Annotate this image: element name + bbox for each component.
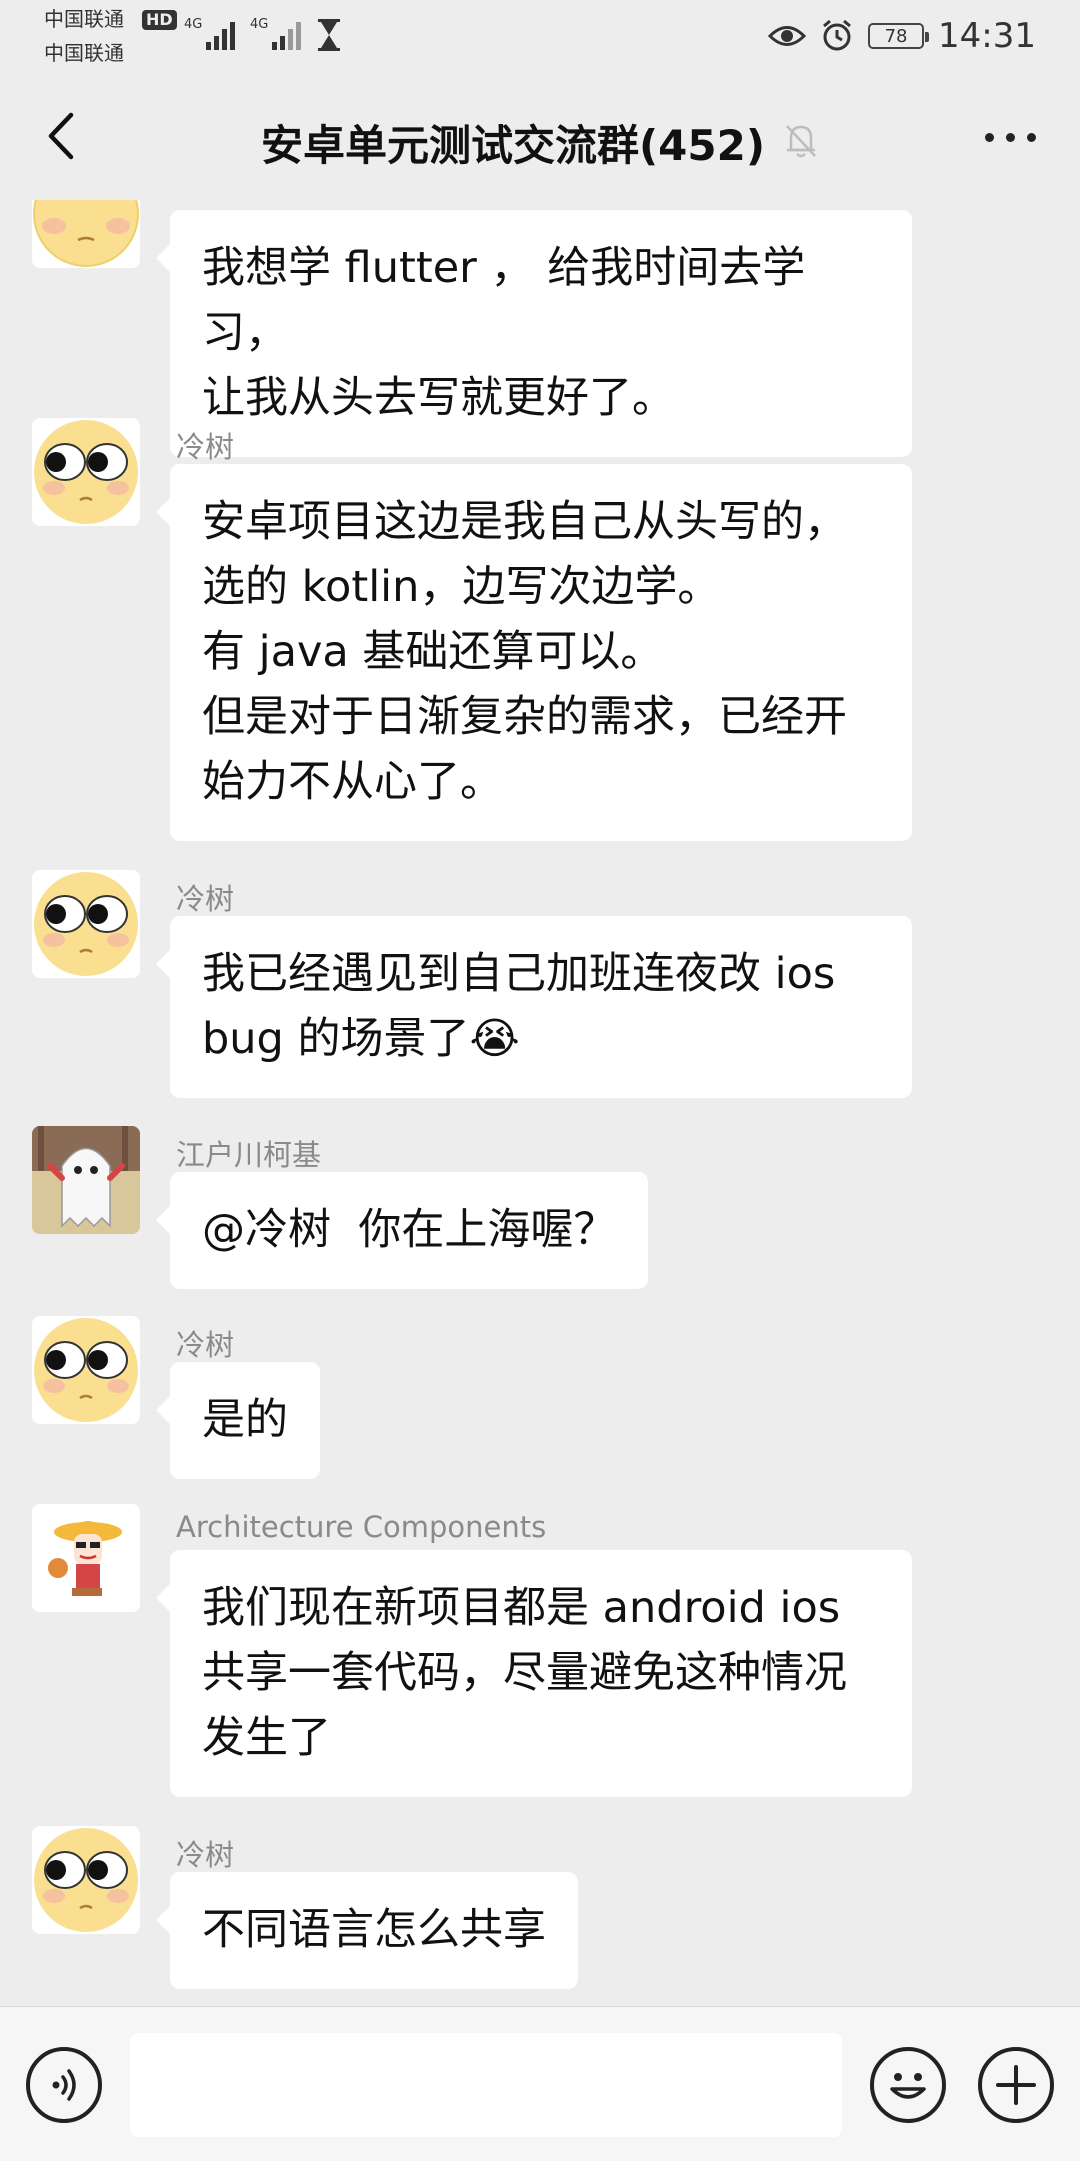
chat-title: 安卓单元测试交流群(452)	[260, 121, 766, 170]
avatar[interactable]	[32, 870, 140, 978]
message-bubble[interactable]: 我已经遇见到自己加班连夜改 ios bug 的场景了😭	[156, 916, 912, 1098]
carrier-label: 中国联通	[44, 7, 124, 31]
yellow-face-emoji-icon	[34, 420, 138, 524]
voice-input-button[interactable]	[26, 2047, 102, 2123]
message-bubble[interactable]: 安卓项目这边是我自己从头写的， 选的 kotlin，边写次边学。 有 java …	[156, 464, 912, 841]
dot	[1005, 132, 1015, 142]
message-bubble[interactable]: 不同语言怎么共享	[156, 1872, 578, 1989]
message-bubble[interactable]: @冷树 你在上海喔？	[155, 1172, 649, 1289]
emoji-button[interactable]	[870, 2047, 946, 2123]
sender-name: 冷树	[176, 1838, 235, 1872]
ghost-cartoon-icon	[32, 1126, 140, 1234]
more-functions-button[interactable]	[978, 2047, 1054, 2123]
yellow-face-emoji-icon	[34, 872, 138, 976]
avatar[interactable]	[32, 1504, 140, 1612]
sender-name: 冷树	[176, 430, 235, 464]
avatar[interactable]	[32, 1126, 140, 1234]
hourglass-icon	[316, 18, 342, 52]
sender-name: Architecture Components	[176, 1510, 547, 1544]
avatar[interactable]	[32, 418, 140, 526]
signal-icon: 4G	[184, 16, 240, 52]
sender-name: 江户川柯基	[176, 1138, 322, 1172]
message-bubble[interactable]: 我想学 flutter ， 给我时间去学习， 让我从头去写就更好了。	[156, 210, 912, 457]
hat-character-cartoon-icon	[32, 1504, 140, 1612]
message-input[interactable]	[130, 2033, 842, 2137]
voice-icon	[52, 2069, 76, 2101]
message-bubble[interactable]: 是的	[156, 1362, 320, 1479]
carrier-label: 中国联通	[44, 41, 124, 65]
eye-icon	[768, 23, 807, 49]
hd-badge: HD	[142, 10, 177, 30]
battery-icon: 78	[868, 23, 930, 49]
dot	[1026, 132, 1036, 142]
sender-name: 冷树	[176, 882, 235, 916]
emoji-icon	[890, 2073, 926, 2099]
avatar[interactable]	[32, 1316, 140, 1424]
yellow-face-emoji-icon	[34, 1828, 138, 1932]
plus-icon	[996, 2065, 1036, 2105]
mute-bell-icon	[783, 122, 819, 164]
yellow-face-emoji-icon	[34, 1318, 138, 1422]
avatar[interactable]	[32, 1826, 140, 1934]
network-type-label: 4G	[250, 17, 268, 32]
battery-level: 78	[884, 25, 908, 47]
signal-icon: 4G	[250, 16, 306, 52]
clock-time: 14:31	[938, 16, 1036, 56]
dot	[984, 132, 994, 142]
status-bar: 中国联通 中国联通 HD 4G 4G 78 14:31	[0, 0, 1080, 72]
network-type-label: 4G	[184, 17, 202, 32]
more-options-button[interactable]	[970, 112, 1050, 162]
sender-name: 冷树	[176, 1328, 235, 1362]
message-bubble[interactable]: 我们现在新项目都是 android ios 共享一套代码，尽量避免这种情况 发生…	[156, 1550, 912, 1797]
alarm-icon	[820, 19, 854, 53]
chat-input-bar	[0, 2006, 1080, 2161]
chat-header: 安卓单元测试交流群(452)	[0, 72, 1080, 200]
